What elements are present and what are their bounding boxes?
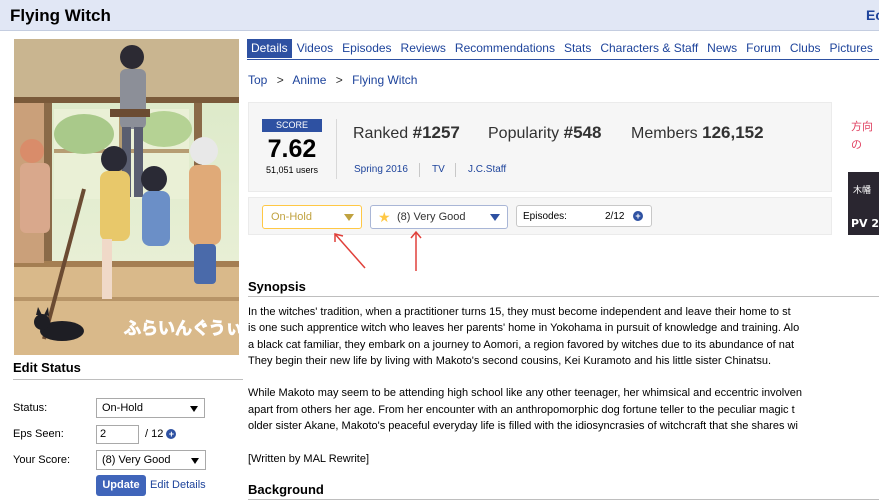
eps-total: / 12 +	[145, 428, 177, 440]
edit-link[interactable]: Ec	[866, 7, 879, 23]
plus-circle-icon[interactable]: +	[166, 429, 177, 440]
stats-box: SCORE 7.62 51,051 users Ranked #1257 Pop…	[248, 102, 832, 192]
eps-seen-label: Eps Seen:	[13, 428, 64, 440]
user-score-value: (8) Very Good	[397, 211, 466, 223]
anime-poster[interactable]: ふらいんぐうぃっち	[14, 39, 239, 355]
synopsis-line: [Written by MAL Rewrite]	[248, 452, 370, 465]
detail-tabs: Details Videos Episodes Reviews Recommendati…	[247, 39, 879, 60]
tab-characters-staff[interactable]: Characters & Staff	[596, 39, 702, 58]
edit-details-link[interactable]: Edit Details	[150, 479, 206, 491]
breadcrumb-anime[interactable]: Anime	[292, 73, 326, 87]
edit-status-title: Edit Status	[13, 360, 243, 380]
advertisement[interactable]: 方向 の 木幡 PV 2	[848, 107, 879, 235]
chevron-down-icon	[191, 458, 199, 464]
your-score-label: Your Score:	[13, 454, 71, 466]
episodes-progress: Episodes: 2/12 +	[516, 205, 652, 227]
episodes-value[interactable]: 2/12	[605, 211, 624, 222]
poster-logo: ふらいんぐうぃっち	[124, 319, 239, 339]
breadcrumb-separator: >	[335, 73, 343, 87]
score-users[interactable]: 51,051 users	[259, 165, 325, 175]
ad-text: 方向	[851, 119, 873, 133]
tab-clubs[interactable]: Clubs	[786, 39, 825, 58]
background-title: Background	[248, 482, 879, 500]
eps-seen-input[interactable]: 2	[96, 425, 139, 444]
divider	[455, 163, 456, 177]
annotation-arrows	[334, 230, 422, 271]
episodes-label: Episodes:	[523, 211, 567, 222]
status-select[interactable]: On-Hold	[96, 398, 205, 418]
title-bar: Flying Witch Ec	[0, 0, 879, 31]
score-select[interactable]: (8) Very Good	[96, 450, 206, 470]
breadcrumb: Top > Anime > Flying Witch	[248, 73, 417, 87]
synopsis-line	[248, 434, 879, 450]
ad-text: PV 2	[851, 217, 879, 230]
score-select-value: (8) Very Good	[102, 454, 171, 466]
tab-pictures[interactable]: Pictures	[826, 39, 877, 58]
members-label: Members	[631, 125, 698, 142]
members-value: 126,152	[702, 123, 764, 142]
ranked-value: #1257	[412, 123, 460, 142]
user-score-select[interactable]: ★ (8) Very Good	[370, 205, 508, 229]
list-status-value: On-Hold	[271, 211, 312, 223]
update-button[interactable]: Update	[96, 475, 146, 496]
chevron-down-icon	[344, 214, 354, 221]
popularity-label: Popularity	[488, 125, 560, 142]
synopsis-line: In the witches' tradition, when a practi…	[248, 306, 791, 318]
synopsis-line: older sister Akane, Makoto's peaceful ev…	[248, 420, 798, 433]
divider	[336, 119, 337, 179]
type-link[interactable]: TV	[432, 164, 445, 175]
breadcrumb-title[interactable]: Flying Witch	[352, 73, 417, 87]
chevron-down-icon	[190, 406, 198, 412]
page-title: Flying Witch	[10, 6, 111, 25]
poster-image: ふらいんぐうぃっち	[14, 39, 239, 355]
synopsis-line: While Makoto may seem to be attending hi…	[248, 387, 802, 400]
season-link[interactable]: Spring 2016	[354, 164, 408, 175]
tab-stats[interactable]: Stats	[560, 39, 595, 58]
tab-forum[interactable]: Forum	[742, 39, 785, 58]
plus-circle-icon[interactable]: +	[633, 211, 643, 221]
synopsis-line: They begin their new life by living with…	[248, 354, 772, 367]
star-icon: ★	[378, 209, 391, 225]
synopsis-line: apart from others her age. From her enco…	[248, 403, 795, 416]
chevron-down-icon	[490, 214, 500, 221]
divider	[419, 163, 420, 177]
status-label: Status:	[13, 402, 48, 414]
edit-status-panel: Edit Status Status: On-Hold Eps Seen: 2 …	[13, 360, 243, 496]
ranked-stat: Ranked #1257	[353, 123, 460, 143]
list-status-select[interactable]: On-Hold	[262, 205, 362, 229]
tab-reviews[interactable]: Reviews	[397, 39, 450, 58]
tab-recommendations[interactable]: Recommendations	[451, 39, 559, 58]
ad-image: 方向 の 木幡 PV 2	[848, 107, 879, 235]
studio-link[interactable]: J.C.Staff	[468, 164, 506, 175]
ad-text: の	[851, 138, 862, 151]
score-value: 7.62	[267, 135, 317, 163]
tab-videos[interactable]: Videos	[293, 39, 337, 58]
status-select-value: On-Hold	[102, 402, 143, 414]
synopsis-title: Synopsis	[248, 279, 879, 297]
synopsis-line	[248, 369, 879, 385]
ranked-label: Ranked	[353, 125, 409, 142]
popularity-stat: Popularity #548	[488, 123, 601, 143]
synopsis-line: is one such apprentice witch who leaves …	[248, 322, 800, 335]
tab-episodes[interactable]: Episodes	[338, 39, 395, 58]
tab-news[interactable]: News	[703, 39, 741, 58]
breadcrumb-top[interactable]: Top	[248, 73, 267, 87]
synopsis-line: a black cat familiar, they embark on a j…	[248, 338, 795, 351]
ad-text: 木幡	[853, 184, 871, 196]
breadcrumb-separator: >	[276, 73, 284, 87]
eps-total-text: / 12	[145, 428, 164, 440]
score-label: SCORE	[262, 119, 322, 132]
synopsis-body: In the witches' tradition, when a practi…	[248, 304, 879, 467]
members-stat: Members 126,152	[631, 123, 764, 143]
popularity-value: #548	[563, 123, 602, 142]
arrow-line	[334, 233, 366, 269]
tab-details[interactable]: Details	[247, 39, 292, 58]
